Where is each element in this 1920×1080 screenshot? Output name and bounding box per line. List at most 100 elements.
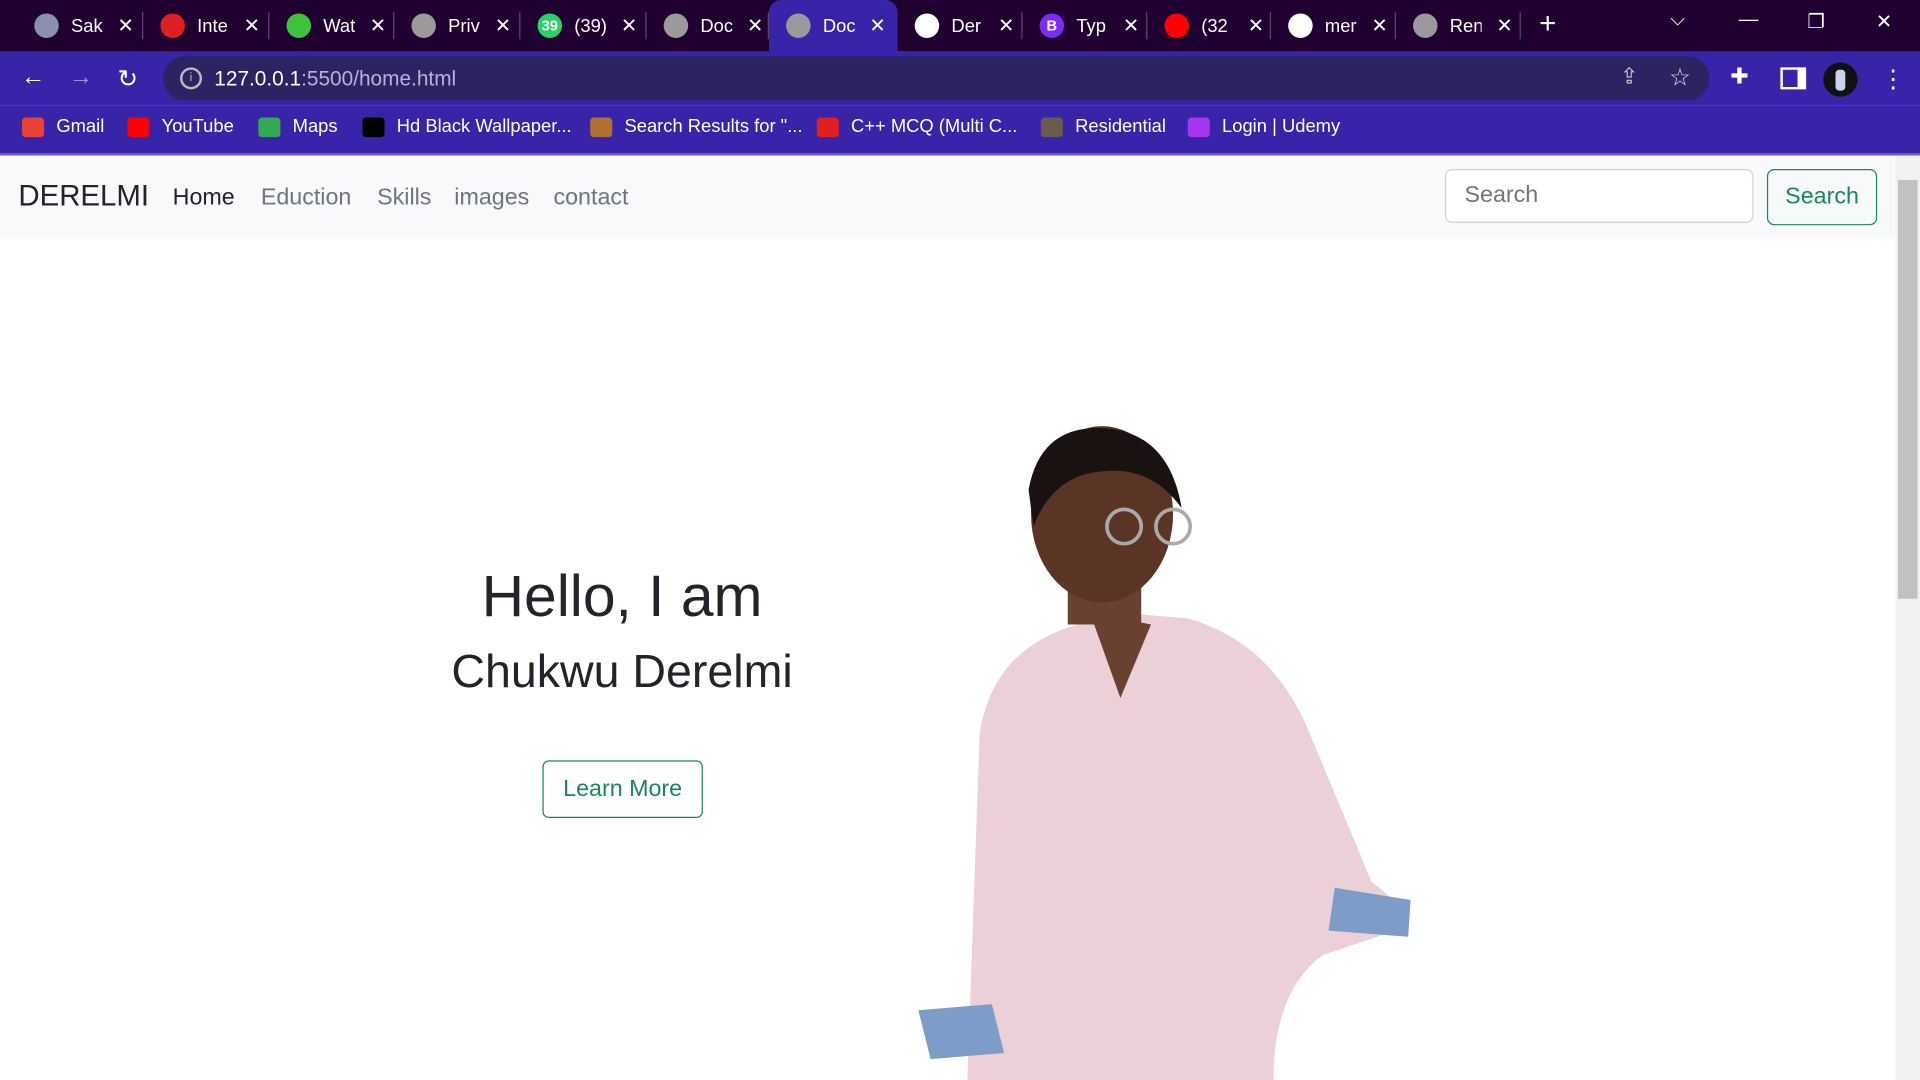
nav-contact[interactable]: contact (553, 185, 628, 212)
tab-divider (1519, 12, 1521, 40)
bookmark-item[interactable]: Search Results for "... (590, 116, 803, 138)
google-icon: G (1288, 13, 1313, 38)
close-tab-icon[interactable]: ✕ (1123, 13, 1139, 37)
close-tab-icon[interactable]: ✕ (1371, 13, 1387, 37)
side-panel-icon[interactable] (1780, 67, 1807, 90)
bookmark-favicon-icon (258, 116, 281, 137)
globe-icon (411, 13, 436, 38)
tab-title: Ren (1449, 15, 1482, 37)
tab-title: Wat (323, 15, 356, 37)
browser-toolbar: ← → ↻ i 127.0.0.1:5500/home.html ⇪ ☆ ✚ ⋮ (0, 51, 1920, 106)
address-bar[interactable]: i 127.0.0.1:5500/home.html ⇪ ☆ (162, 56, 1710, 101)
bookmark-item[interactable]: Login | Udemy (1187, 116, 1341, 138)
reload-button[interactable]: ↻ (118, 64, 139, 95)
learn-more-button[interactable]: Learn More (542, 760, 703, 818)
bookmark-item[interactable]: Gmail (22, 116, 104, 137)
forward-button[interactable]: → (69, 64, 93, 92)
close-tab-icon[interactable]: ✕ (1496, 13, 1512, 37)
restore-button[interactable]: ❐ (1807, 10, 1825, 34)
browser-tab[interactable]: Gmer ✕ (1271, 0, 1396, 51)
university-crest-icon (34, 13, 59, 38)
bookmark-label: C++ MCQ (Multi C... (851, 116, 1018, 138)
close-tab-icon[interactable]: ✕ (998, 13, 1014, 37)
search-input[interactable] (1444, 168, 1754, 223)
close-window-button[interactable]: ✕ (1876, 10, 1892, 34)
menu-kebab-icon[interactable]: ⋮ (1881, 64, 1905, 95)
browser-tab[interactable]: Wat ✕ (269, 0, 395, 51)
site-navbar: DERELMI Home Eduction Skills images cont… (0, 155, 1896, 239)
globe-icon (663, 13, 689, 38)
extensions-puzzle-icon[interactable]: ✚ (1730, 64, 1748, 90)
browser-tab[interactable]: Doc ✕ (647, 0, 769, 51)
bookmark-item[interactable]: YouTube (127, 116, 234, 138)
bookmark-favicon-icon (816, 116, 839, 137)
url-text[interactable]: 127.0.0.1:5500/home.html (214, 67, 456, 91)
minimize-button[interactable]: — (1739, 10, 1759, 32)
close-tab-icon[interactable]: ✕ (869, 13, 885, 37)
whatsapp-icon: 39 (537, 13, 563, 38)
browser-tab[interactable]: 39 (39) ✕ (520, 0, 647, 51)
bookmark-label: Search Results for "... (624, 116, 803, 138)
youtube-icon (1164, 13, 1189, 38)
close-tab-icon[interactable]: ✕ (747, 13, 763, 37)
browser-tab[interactable]: Priv ✕ (394, 0, 521, 51)
nav-eduction[interactable]: Eduction (261, 185, 352, 212)
play-triangle-icon (286, 13, 312, 38)
browser-tab[interactable]: Sak ✕ (17, 0, 144, 51)
bookmark-label: Residential (1075, 116, 1166, 138)
github-icon (914, 13, 940, 38)
nav-home[interactable]: Home (173, 185, 235, 212)
portrait-photo (918, 426, 1411, 1080)
site-info-icon[interactable]: i (180, 67, 203, 90)
tab-title: (39) (574, 15, 607, 37)
bookmark-item[interactable]: Residential (1040, 116, 1166, 138)
close-tab-icon[interactable]: ✕ (370, 13, 386, 37)
tab-title: Sak (71, 15, 103, 37)
url-host: 127.0.0.1 (214, 67, 302, 91)
scrollbar-thumb[interactable] (1897, 180, 1918, 599)
tab-title: (32 (1201, 15, 1228, 37)
browser-tab[interactable]: Ren ✕ (1396, 0, 1521, 51)
profile-avatar[interactable] (1823, 62, 1858, 97)
tab-title: Doc (700, 15, 733, 37)
bookmark-item[interactable]: Hd Black Wallpaper... (362, 116, 572, 138)
bookmark-favicon-icon (127, 116, 150, 137)
close-tab-icon[interactable]: ✕ (118, 13, 134, 37)
url-path: :5500/home.html (301, 67, 457, 91)
tab-title: mer (1324, 15, 1357, 37)
bookmark-item[interactable]: C++ MCQ (Multi C... (816, 116, 1018, 138)
bookmark-label: Gmail (56, 116, 105, 138)
close-tab-icon[interactable]: ✕ (621, 13, 637, 37)
nav-images[interactable]: images (454, 185, 529, 212)
bookmark-star-icon[interactable]: ☆ (1669, 62, 1691, 93)
bookmark-label: Hd Black Wallpaper... (396, 116, 572, 138)
speed-gauge-icon (160, 13, 185, 38)
browser-tab[interactable]: Inte ✕ (143, 0, 270, 51)
back-button[interactable]: ← (21, 64, 45, 92)
close-tab-icon[interactable]: ✕ (495, 13, 511, 37)
browser-tab[interactable]: Der ✕ (898, 0, 1023, 51)
nav-skills[interactable]: Skills (377, 185, 431, 212)
new-tab-button[interactable]: + (1539, 7, 1556, 41)
scrollbar[interactable] (1895, 155, 1920, 1080)
share-icon[interactable]: ⇪ (1620, 64, 1638, 90)
tab-title: Typ (1076, 15, 1106, 37)
close-tab-icon[interactable]: ✕ (1248, 13, 1264, 37)
brand-logo[interactable]: DERELMI (18, 180, 149, 214)
browser-tab[interactable]: (32 ✕ (1147, 0, 1272, 51)
close-tab-icon[interactable]: ✕ (244, 13, 260, 37)
bookmark-favicon-icon (22, 116, 45, 137)
bookmark-item[interactable]: Maps (258, 116, 338, 138)
bookmark-label: YouTube (161, 116, 234, 138)
tab-search-chevron-icon[interactable]: ⌵ (1670, 10, 1685, 32)
browser-tab[interactable]: Doc ✕ (768, 0, 898, 52)
bookmarks-bar: Gmail YouTube Maps Hd Black Wallpaper... Sea… (0, 105, 1920, 156)
browser-tab[interactable]: B Typ ✕ (1022, 0, 1148, 51)
bootstrap-icon: B (1039, 13, 1065, 38)
tab-title: Der (951, 15, 982, 37)
bookmark-label: Login | Udemy (1222, 116, 1341, 138)
tab-title: Doc (822, 15, 855, 37)
search-button[interactable]: Search (1766, 168, 1878, 226)
bookmark-favicon-icon (1040, 116, 1063, 137)
bookmark-label: Maps (292, 116, 338, 138)
